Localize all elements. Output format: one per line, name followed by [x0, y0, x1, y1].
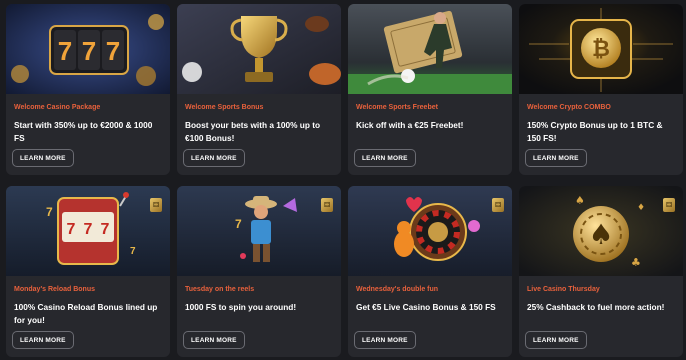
promo-category: Welcome Sports Freebet — [356, 104, 438, 111]
dice-icon: ⚃ — [663, 198, 675, 212]
promo-title: Kick off with a €25 Freebet! — [356, 120, 464, 130]
promo-category: Tuesday on the reels — [185, 286, 255, 293]
promo-card[interactable]: Welcome Sports Bonus Boost your bets wit… — [177, 4, 341, 175]
learn-more-button[interactable]: LEARN MORE — [12, 331, 74, 349]
svg-text:₿: ₿ — [592, 36, 610, 61]
promo-title: Get €5 Live Casino Bonus & 150 FS — [356, 302, 496, 312]
svg-text:♦: ♦ — [637, 203, 645, 213]
svg-text:♠: ♠ — [575, 194, 585, 207]
bitcoin-chip-icon: ₿ — [519, 4, 683, 94]
learn-more-button[interactable]: LEARN MORE — [183, 331, 245, 349]
promo-title: 100% Casino Reload Bonus lined up for yo… — [14, 302, 158, 325]
promo-card[interactable]: Welcome Sports Freebet Kick off with a €… — [348, 4, 512, 175]
promotions-grid: 7 7 7 Welcome Casino Package Start with … — [0, 0, 686, 357]
promo-title: 150% Crypto Bonus up to 1 BTC & 150 FS! — [527, 120, 663, 143]
promo-card[interactable]: 7 ⚃ Tuesday on the reels 1000 FS to spin… — [177, 186, 341, 357]
svg-text:7: 7 — [58, 36, 72, 66]
roulette-wheel-icon: ⚃ — [348, 186, 512, 276]
promo-category: Wednesday's double fun — [356, 286, 439, 293]
learn-more-button[interactable]: LEARN MORE — [354, 331, 416, 349]
promo-card[interactable]: ₿ Welcome Crypto COMBO 150% Crypto Bonus… — [519, 4, 683, 175]
promo-category: Welcome Sports Bonus — [185, 104, 264, 111]
svg-text:7: 7 — [106, 36, 120, 66]
spade-chip-icon: ♠ ♠ ♣ ♦ ⚃ — [519, 186, 683, 276]
svg-text:7: 7 — [46, 205, 53, 219]
promo-category: Welcome Crypto COMBO — [527, 104, 611, 111]
promo-category: Monday's Reload Bonus — [14, 286, 96, 293]
slot-777-reels-icon: 7 7 7 — [6, 4, 170, 94]
promo-title: 1000 FS to spin you around! — [185, 302, 297, 312]
learn-more-button[interactable]: LEARN MORE — [354, 149, 416, 167]
dice-icon: ⚃ — [321, 198, 333, 212]
promo-category: Live Casino Thursday — [527, 286, 600, 293]
slot-machine-icon: 7 7 7 7 7 ⚃ — [6, 186, 170, 276]
svg-text:7: 7 — [130, 246, 136, 257]
svg-text:7: 7 — [82, 36, 96, 66]
football-player-icon — [348, 4, 512, 94]
learn-more-button[interactable]: LEARN MORE — [525, 331, 587, 349]
svg-text:♠: ♠ — [588, 218, 613, 251]
promo-title: 25% Cashback to fuel more action! — [527, 302, 665, 312]
promo-card[interactable]: ♠ ♠ ♣ ♦ ⚃ Live Casino Thursday 25% Cashb… — [519, 186, 683, 357]
learn-more-button[interactable]: LEARN MORE — [525, 149, 587, 167]
promo-title: Start with 350% up to €2000 & 1000 FS — [14, 120, 153, 143]
svg-text:♣: ♣ — [631, 256, 641, 269]
svg-text:7: 7 — [67, 221, 76, 238]
cowboy-character-icon: 7 ⚃ — [177, 186, 341, 276]
learn-more-button[interactable]: LEARN MORE — [183, 149, 245, 167]
promo-card[interactable]: 7 7 7 Welcome Casino Package Start with … — [6, 4, 170, 175]
promo-category: Welcome Casino Package — [14, 104, 101, 111]
promo-title: Boost your bets with a 100% up to €100 B… — [185, 120, 321, 143]
svg-text:7: 7 — [101, 221, 110, 238]
trophy-icon — [177, 4, 341, 94]
promo-card[interactable]: ⚃ Wednesday's double fun Get €5 Live Cas… — [348, 186, 512, 357]
dice-icon: ⚃ — [150, 198, 162, 212]
learn-more-button[interactable]: LEARN MORE — [12, 149, 74, 167]
promo-card[interactable]: 7 7 7 7 7 ⚃ Monday's Reload Bonus 100% C… — [6, 186, 170, 357]
svg-text:7: 7 — [84, 221, 93, 238]
svg-text:7: 7 — [235, 217, 242, 231]
dice-icon: ⚃ — [492, 198, 504, 212]
